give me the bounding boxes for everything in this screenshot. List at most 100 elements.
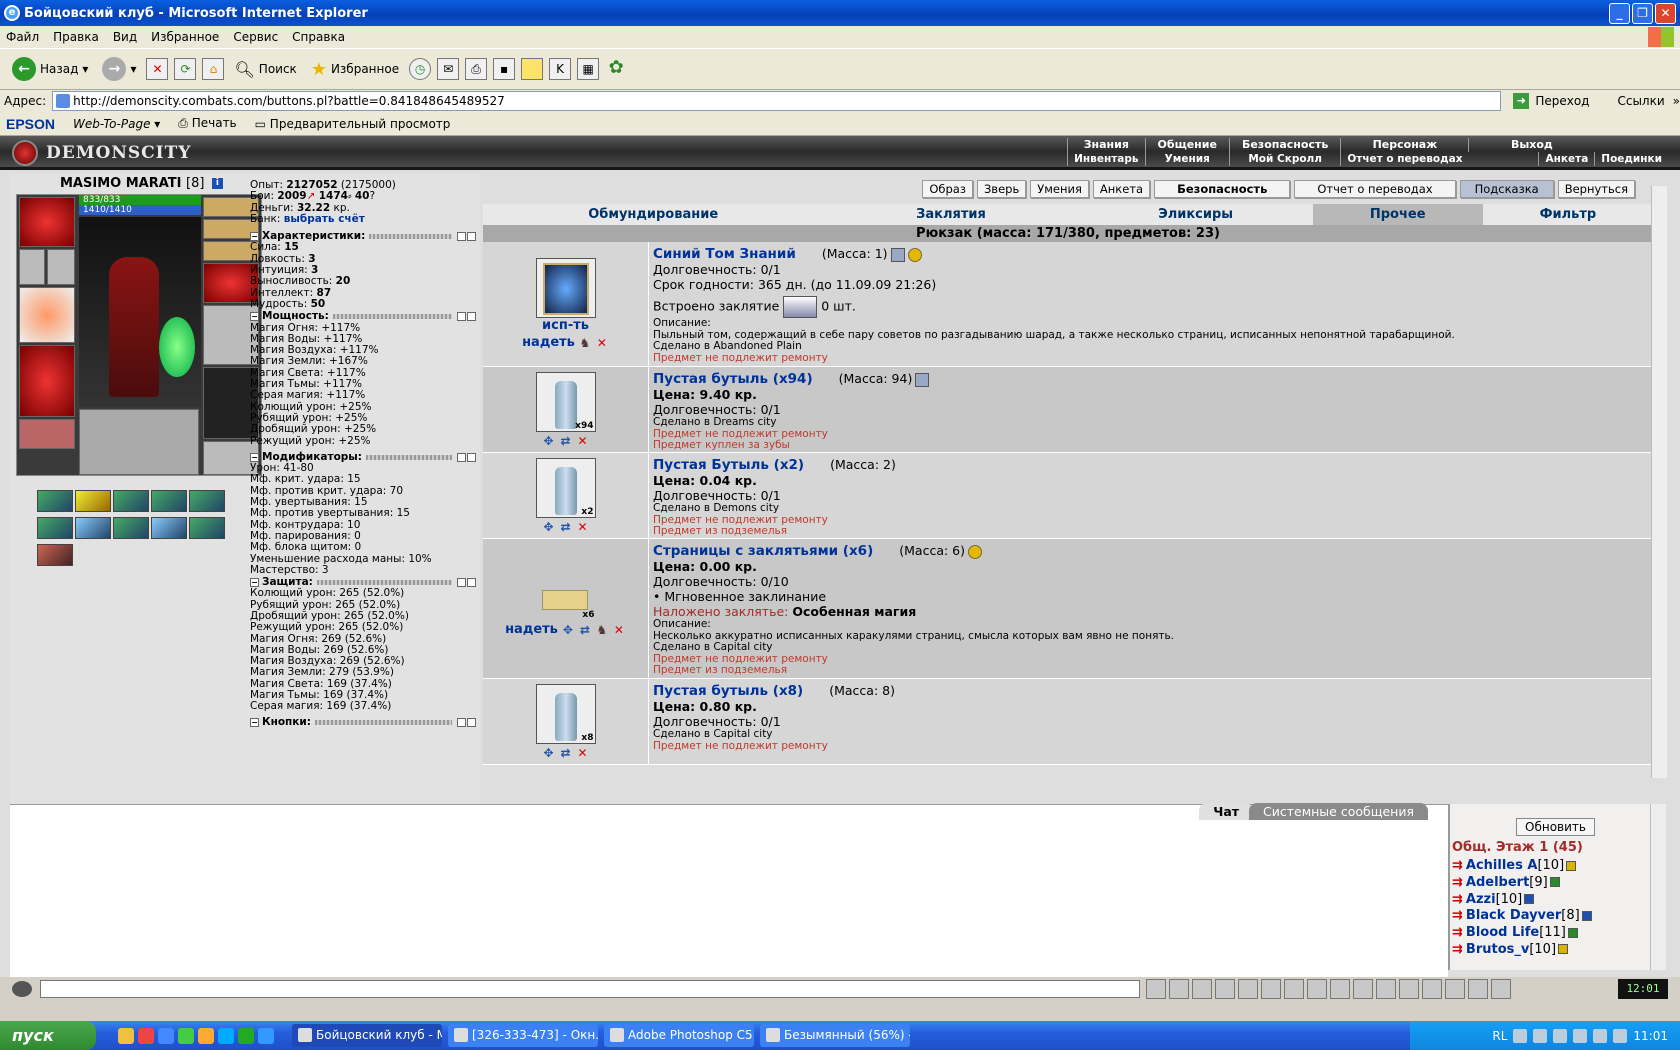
tray-icon[interactable] [1533,1028,1548,1043]
split-icon[interactable]: ✥ [561,623,575,637]
k-icon[interactable]: K [549,58,572,80]
split-icon[interactable]: ✥ [542,746,556,760]
app-icon[interactable] [158,1027,174,1044]
transfer-icon[interactable]: ⇄ [578,623,592,637]
tray-icon[interactable] [1513,1028,1528,1043]
nav-communication[interactable]: Общение [1144,138,1229,152]
lock-icon[interactable] [1445,979,1465,999]
pocket-slots[interactable] [79,409,199,475]
effect-icon[interactable] [75,490,111,512]
item-image[interactable]: x8 [535,683,596,744]
tray-icon[interactable] [1573,1028,1588,1043]
app-icon[interactable] [218,1027,234,1044]
effect-icon[interactable] [113,517,149,539]
info-icon[interactable]: i [211,178,223,189]
nav-my-scroll[interactable]: Мой Скролл [1228,152,1340,166]
links-button[interactable]: Ссылки [1617,94,1664,108]
bank-link[interactable]: выбрать счёт [284,213,365,225]
minimize-icon[interactable]: _ [1609,3,1630,24]
scroll-icon[interactable] [1399,979,1419,999]
eraser-icon[interactable] [1169,979,1189,999]
nav-inventory[interactable]: Инвентарь [1067,152,1144,166]
home-icon[interactable]: ⌂ [202,58,225,80]
delete-icon[interactable]: ✕ [595,336,609,350]
app-icon[interactable] [258,1027,274,1044]
chat-input[interactable] [40,980,1140,998]
nav-knowledge[interactable]: Знания [1067,138,1144,152]
edit-icon[interactable]: ▪ [493,58,516,80]
list-item[interactable]: ⇉ Achilles A[10] [1452,858,1592,875]
info-icon[interactable] [1558,944,1569,955]
effect-icon[interactable] [37,517,73,539]
chevron-right-icon[interactable]: » [1673,94,1680,108]
maximize-icon[interactable]: ❐ [1632,3,1653,24]
section-power[interactable]: − Мощность: [250,310,476,322]
info-icon[interactable] [1524,894,1535,905]
tab-filter[interactable]: Фильтр [1483,204,1653,225]
item-image[interactable]: x94 [535,371,596,432]
online-scrollbar[interactable] [1650,804,1666,970]
go-button[interactable]: ➜ Переход [1513,93,1589,109]
note-icon[interactable] [521,58,544,80]
nav-skills[interactable]: Умения [1144,152,1229,166]
list-item[interactable]: ⇉ Brutos_v[10] [1452,942,1592,959]
effect-icon[interactable] [113,490,149,512]
refresh-icon[interactable]: ⟳ [174,58,197,80]
item-image[interactable] [535,258,596,318]
return-button[interactable]: Вернуться [1557,180,1635,198]
throw-icon[interactable]: ♞ [595,623,609,637]
skills-button[interactable]: Умения [1030,180,1089,198]
stop-icon[interactable]: ✕ [146,58,169,80]
info-icon[interactable] [1566,860,1577,871]
menu-favorites[interactable]: Избранное [151,30,219,44]
nav-exit[interactable]: Выход [1468,138,1594,152]
item-image[interactable]: x2 [535,457,596,518]
app-icon[interactable] [198,1027,214,1044]
list-item[interactable]: ⇉ Black Dayver[8] [1452,908,1592,925]
nav-character[interactable]: Персонаж [1340,138,1468,152]
helmet-icon[interactable] [1330,979,1350,999]
tab-spells[interactable]: Заклятия [823,204,1078,225]
image-button[interactable]: Образ [922,180,973,198]
timer-icon[interactable] [1491,979,1511,999]
private-arrow-icon[interactable]: ⇉ [1452,875,1463,890]
list-item[interactable]: ⇉ Blood Life[11] [1452,925,1592,942]
address-input[interactable]: http://demonscity.combats.com/buttons.pl… [52,91,1502,111]
refresh-button[interactable]: Обновить [1516,818,1595,836]
menu-edit[interactable]: Правка [53,30,99,44]
transfer-icon[interactable]: ⇄ [559,520,573,534]
menu-tools[interactable]: Сервис [233,30,278,44]
half-icon[interactable] [1261,979,1281,999]
forward-button[interactable]: → ▾ [98,55,140,83]
throw-icon[interactable]: ♞ [578,336,592,350]
tray-icon[interactable] [1593,1028,1608,1043]
bracer-slot[interactable] [19,249,45,285]
delete-icon[interactable]: ✕ [576,520,590,534]
smile-icon[interactable] [1307,979,1327,999]
tab-equipment[interactable]: Обмундирование [483,204,823,225]
menu-file[interactable]: Файл [6,30,39,44]
print-button[interactable]: ⎙ Печать [178,116,236,131]
info-icon[interactable] [1567,927,1578,938]
effect-icon[interactable] [151,517,187,539]
pet-button[interactable]: Зверь [976,180,1027,198]
language-indicator[interactable]: RL [1492,1029,1507,1043]
app-icon[interactable] [118,1027,134,1044]
menu-view[interactable]: Вид [113,30,137,44]
tab-elixirs[interactable]: Эликсиры [1079,204,1313,225]
private-arrow-icon[interactable]: ⇉ [1452,892,1463,907]
belt-slot[interactable] [19,419,75,449]
delete-icon[interactable]: ✕ [612,623,626,637]
wear-link[interactable]: надеть [505,622,558,637]
private-arrow-icon[interactable]: ⇉ [1452,908,1463,923]
nav-battles[interactable]: Поединки [1594,152,1668,166]
print-icon[interactable]: ⎙ [465,58,488,80]
mail-icon[interactable]: ✉ [437,58,460,80]
effect-icon[interactable] [189,517,225,539]
private-arrow-icon[interactable]: ⇉ [1452,858,1463,873]
weapon-slot[interactable] [47,249,75,285]
hand-icon[interactable] [1284,979,1304,999]
effect-icon[interactable] [75,517,111,539]
item-name[interactable]: Синий Том Знаний [653,246,796,262]
item-name[interactable]: Пустая Бутыль (x2) [653,457,804,473]
